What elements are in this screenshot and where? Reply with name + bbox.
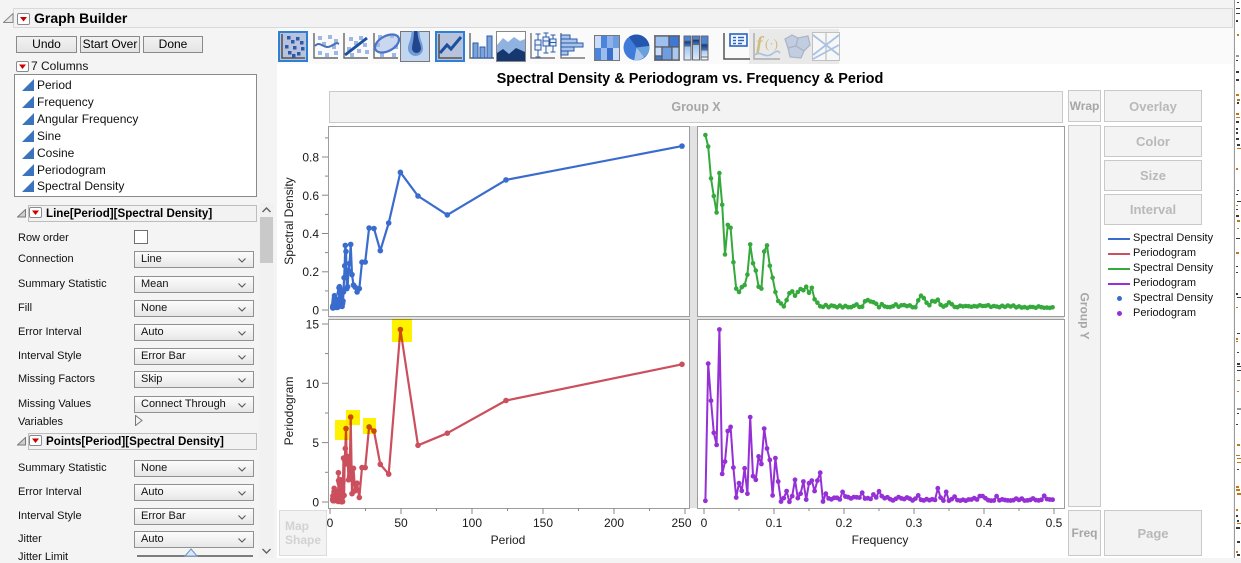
svg-text:0.2: 0.2: [836, 516, 853, 530]
svg-text:Spectral Density: Spectral Density: [282, 177, 296, 264]
svg-text:5: 5: [312, 436, 319, 450]
svg-text:0: 0: [701, 516, 708, 530]
svg-text:0: 0: [327, 516, 334, 530]
svg-text:15: 15: [306, 318, 320, 332]
svg-text:50: 50: [394, 516, 408, 530]
svg-text:0.4: 0.4: [302, 227, 319, 241]
svg-text:Periodogram: Periodogram: [282, 377, 296, 446]
svg-text:200: 200: [604, 516, 624, 530]
svg-text:150: 150: [533, 516, 553, 530]
svg-text:0.1: 0.1: [766, 516, 783, 530]
svg-text:100: 100: [462, 516, 482, 530]
svg-text:0.4: 0.4: [976, 516, 993, 530]
svg-text:10: 10: [306, 377, 320, 391]
svg-text:Frequency: Frequency: [852, 533, 909, 547]
svg-text:0.6: 0.6: [302, 189, 319, 203]
svg-text:Period: Period: [491, 533, 526, 547]
svg-text:0.2: 0.2: [302, 265, 319, 279]
svg-text:0.3: 0.3: [906, 516, 923, 530]
svg-text:0: 0: [312, 496, 319, 510]
svg-text:0.8: 0.8: [302, 151, 319, 165]
svg-text:0: 0: [312, 304, 319, 318]
svg-text:250: 250: [671, 516, 691, 530]
svg-text:0.5: 0.5: [1046, 516, 1063, 530]
